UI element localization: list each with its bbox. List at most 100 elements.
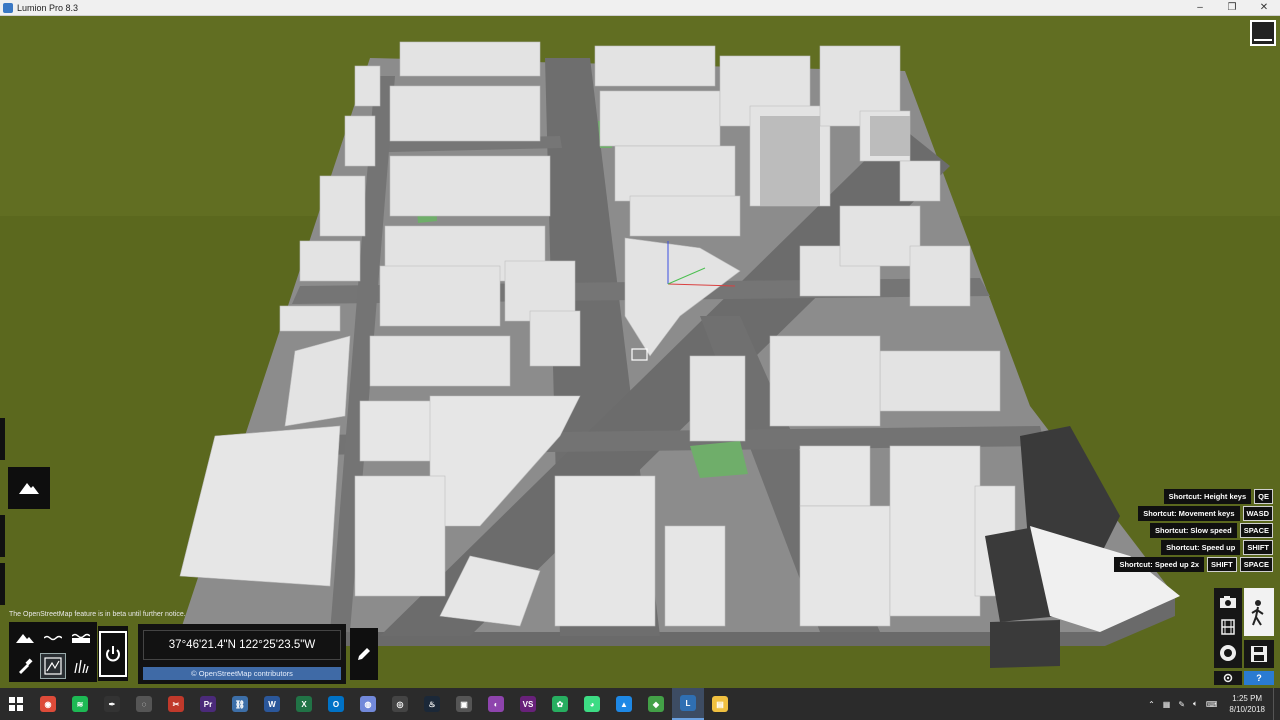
taskbar-app-chrome[interactable]: ◉ — [32, 688, 64, 720]
edit-location-button[interactable] — [350, 628, 378, 680]
tool-icon: ✂ — [168, 696, 184, 712]
taskbar-app-outlook[interactable]: O — [320, 688, 352, 720]
map-icon — [44, 657, 62, 675]
save-button[interactable] — [1244, 640, 1274, 668]
shortcut-speed-up-2x: Shortcut: Speed up 2x SHIFT SPACE — [1114, 557, 1273, 572]
taskbar-app-purple-app[interactable]: ◐ — [480, 688, 512, 720]
purple-app-icon: ◐ — [488, 696, 504, 712]
top-right-panel-button[interactable] — [1250, 20, 1276, 46]
taskbar-app-green-app[interactable]: ✿ — [544, 688, 576, 720]
pencil-icon — [358, 648, 370, 660]
clock-date: 8/10/2018 — [1229, 705, 1265, 714]
park-area — [690, 441, 748, 478]
taskbar-app-steam[interactable]: ♨ — [416, 688, 448, 720]
shortcut-key: QE — [1254, 489, 1273, 504]
taskbar-app-game[interactable]: ▣ — [448, 688, 480, 720]
blue-app-icon: ▲ — [616, 696, 632, 712]
title-bar: Lumion Pro 8.3 – ❐ ✕ — [0, 0, 1280, 16]
pen-icon[interactable]: ✎ — [1174, 700, 1189, 709]
beta-notice-text: The OpenStreetMap feature is in beta unt… — [9, 611, 186, 618]
chevron-up-icon[interactable]: ⌃ — [1144, 700, 1159, 709]
grass-icon — [74, 659, 89, 673]
taskbar-app-tool[interactable]: ✂ — [160, 688, 192, 720]
openstreetmap-tool-button[interactable] — [40, 653, 66, 679]
lumion-app-icon — [3, 2, 13, 13]
outlook-icon: O — [328, 696, 344, 712]
side-tab-2[interactable] — [0, 515, 5, 557]
coordinates-field[interactable]: 37°46'21.4"N 122°25'23.5"W — [143, 630, 341, 660]
taskbar-app-overwatch[interactable]: ◎ — [384, 688, 416, 720]
shortcut-label: Shortcut: Speed up — [1161, 540, 1241, 555]
gear-icon — [1223, 673, 1233, 683]
grass-tool-button[interactable] — [68, 653, 94, 679]
help-button[interactable]: ? — [1244, 671, 1274, 685]
green-app-icon: ✿ — [552, 696, 568, 712]
walking-person-icon — [1251, 600, 1264, 626]
terrain-icon — [16, 634, 34, 643]
taskbar-app-lumion[interactable]: L — [672, 688, 704, 720]
shortcut-movement-keys: Shortcut: Movement keys WASD — [1138, 506, 1273, 521]
ocean-icon — [72, 633, 90, 643]
taskbar-app-blender[interactable]: ◌ — [128, 688, 160, 720]
terrain-tool-button[interactable] — [12, 625, 38, 651]
shortcut-label: Shortcut: Speed up 2x — [1114, 557, 1205, 572]
lumion-icon: L — [680, 695, 696, 711]
green-tool-icon: ◆ — [648, 696, 664, 712]
android-icon: ◕ — [584, 696, 600, 712]
taskbar-app-explorer[interactable]: ▤ — [704, 688, 736, 720]
settings-button[interactable] — [1214, 671, 1242, 685]
shortcut-key: SHIFT — [1207, 557, 1237, 572]
landscape-mode-button[interactable] — [8, 467, 50, 509]
taskbar-clock[interactable]: 1:25 PM 8/10/2018 — [1221, 693, 1273, 715]
water-tool-button[interactable] — [40, 625, 66, 651]
spotify-icon: ≋ — [72, 696, 88, 712]
globe-icon — [1220, 645, 1236, 661]
taskbar-app-premiere[interactable]: Pr — [192, 688, 224, 720]
start-button[interactable] — [0, 688, 32, 720]
taskbar-app-green-tool[interactable]: ◆ — [640, 688, 672, 720]
3d-viewport[interactable] — [0, 16, 1280, 688]
movie-mode-button[interactable] — [1216, 616, 1240, 638]
excel-icon: X — [296, 696, 312, 712]
window-title: Lumion Pro 8.3 — [17, 2, 79, 13]
word-icon: W — [264, 696, 280, 712]
osm-power-toggle[interactable] — [98, 626, 128, 681]
close-button[interactable]: ✕ — [1248, 0, 1280, 15]
taskbar-app-discord[interactable]: ◍ — [352, 688, 384, 720]
taskbar-app-blue-app[interactable]: ▲ — [608, 688, 640, 720]
network-icon[interactable]: ▦ — [1159, 700, 1175, 709]
shortcut-key: SPACE — [1239, 523, 1273, 538]
taskbar-app-android[interactable]: ◕ — [576, 688, 608, 720]
maximize-button[interactable]: ❐ — [1216, 0, 1248, 15]
photo-mode-button[interactable] — [1216, 591, 1240, 613]
ocean-tool-button[interactable] — [68, 625, 94, 651]
taskbar-app-inkscape[interactable]: ✒ — [96, 688, 128, 720]
taskbar-app-link[interactable]: ⛓ — [224, 688, 256, 720]
explorer-icon: ▤ — [712, 696, 728, 712]
camera-icon — [1220, 596, 1236, 608]
paint-tool-button[interactable] — [12, 653, 38, 679]
side-tab-1[interactable] — [0, 418, 5, 460]
keyboard-icon[interactable]: ⌨ — [1202, 700, 1222, 709]
minimize-button[interactable]: – — [1184, 0, 1216, 15]
game-icon: ▣ — [456, 696, 472, 712]
shortcut-speed-up: Shortcut: Speed up SHIFT — [1161, 540, 1273, 555]
taskbar-app-visual-studio[interactable]: VS — [512, 688, 544, 720]
floppy-disk-icon — [1251, 646, 1267, 662]
volume-icon[interactable]: 🔈︎ — [1189, 699, 1202, 709]
taskbar-app-excel[interactable]: X — [288, 688, 320, 720]
blender-icon: ◌ — [136, 696, 152, 712]
premiere-icon: Pr — [200, 696, 216, 712]
taskbar-app-spotify[interactable]: ≋ — [64, 688, 96, 720]
power-icon — [106, 645, 120, 661]
show-desktop-button[interactable] — [1273, 688, 1280, 720]
water-icon — [44, 635, 62, 641]
shortcut-label: Shortcut: Height keys — [1163, 489, 1252, 504]
360-panorama-button[interactable] — [1216, 642, 1240, 664]
build-mode-button[interactable] — [1244, 588, 1274, 636]
taskbar-app-word[interactable]: W — [256, 688, 288, 720]
discord-icon: ◍ — [360, 696, 376, 712]
film-icon — [1221, 619, 1235, 635]
shortcut-label: Shortcut: Slow speed — [1150, 523, 1237, 538]
side-tab-3[interactable] — [0, 563, 5, 605]
